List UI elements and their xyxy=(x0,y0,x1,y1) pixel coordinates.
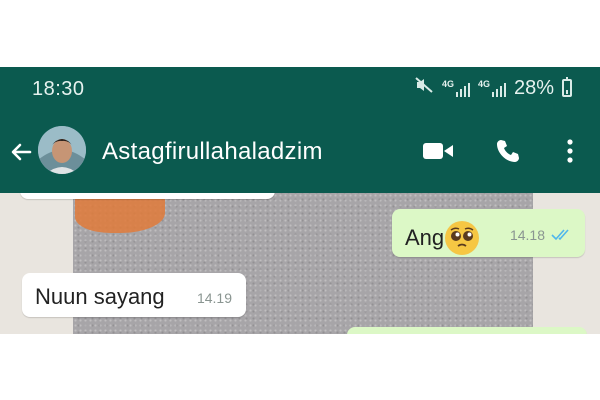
kebab-menu-icon xyxy=(567,139,573,163)
phone-screen: 18:30 4G 4G 28% Astagfirullahaladzim Ang… xyxy=(0,67,600,334)
chat-area[interactable]: Ang 14.18 Nuun sayang 14.19 xyxy=(0,193,600,334)
battery-icon xyxy=(562,77,572,97)
video-camera-icon xyxy=(423,143,453,159)
wallpaper-flower xyxy=(75,193,165,233)
status-time: 18:30 xyxy=(32,78,85,100)
message-time: 14.19 xyxy=(196,290,232,306)
pleading-face-emoji-icon xyxy=(445,221,480,255)
message-text: Nuun sayang xyxy=(35,284,165,309)
message-time: 14.18 xyxy=(509,227,545,243)
outgoing-message[interactable]: Ang 14.18 xyxy=(392,209,585,257)
status-icons: 4G 4G 28% xyxy=(414,76,572,100)
incoming-message[interactable]: Nuun sayang 14.19 xyxy=(22,273,246,317)
more-options-button[interactable] xyxy=(552,133,588,169)
back-button[interactable] xyxy=(6,137,36,167)
mute-icon xyxy=(414,75,434,101)
back-arrow-icon xyxy=(11,143,32,161)
next-outgoing-message-bubble[interactable] xyxy=(347,327,587,334)
network-type-label: 4G xyxy=(441,78,454,89)
message-text: Ang xyxy=(405,225,445,250)
network-type-label-2: 4G xyxy=(477,78,490,89)
signal-icon-2: 4G xyxy=(477,78,506,97)
double-check-icon xyxy=(551,229,569,241)
signal-icon: 4G xyxy=(441,78,470,97)
contact-name[interactable]: Astagfirullahaladzim xyxy=(102,138,323,166)
voice-call-button[interactable] xyxy=(490,133,526,169)
video-call-button[interactable] xyxy=(420,133,456,169)
contact-avatar[interactable] xyxy=(38,126,86,174)
status-bar: 18:30 4G 4G 28% xyxy=(0,67,600,109)
battery-percent: 28% xyxy=(513,76,554,99)
phone-icon xyxy=(497,140,519,162)
previous-message-bubble[interactable] xyxy=(20,193,275,199)
chat-header: Astagfirullahaladzim xyxy=(0,109,600,193)
